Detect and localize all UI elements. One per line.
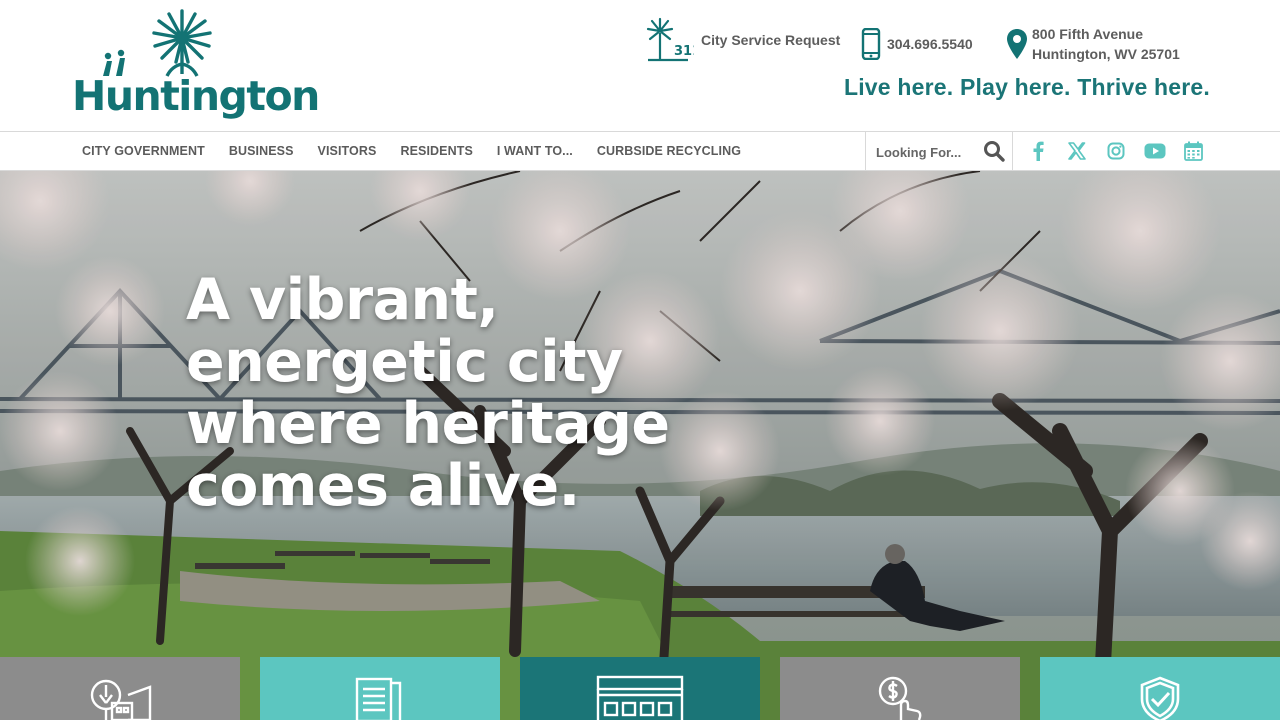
search-icon <box>984 141 1005 162</box>
facebook-icon <box>1033 141 1044 161</box>
search-box <box>865 132 1013 170</box>
x-icon <box>1067 142 1086 160</box>
tile-public-safety[interactable] <box>1040 657 1280 720</box>
youtube-icon <box>1144 143 1165 159</box>
tile-business[interactable] <box>520 657 760 720</box>
x-link[interactable] <box>1057 142 1096 160</box>
documents-icon <box>355 677 402 720</box>
calendar-link[interactable] <box>1174 141 1213 161</box>
dandelion-icon <box>103 9 212 77</box>
hero-heading: A vibrant, energetic city where heritage… <box>186 267 670 519</box>
nav-item-visitors[interactable]: VISITORS <box>306 144 389 158</box>
tagline: Live here. Play here. Thrive here. <box>843 74 1210 100</box>
service-311-icon: 311 <box>646 17 694 62</box>
shield-check-icon <box>1140 676 1180 720</box>
tile-documents[interactable] <box>260 657 500 720</box>
pay-bill-icon <box>878 676 922 720</box>
phone-icon <box>861 28 881 60</box>
nav-item-i-want-to[interactable]: I WANT TO... <box>485 144 585 158</box>
storefront-icon <box>596 675 684 720</box>
social-links <box>1018 132 1213 170</box>
search-button[interactable] <box>982 139 1006 163</box>
city-service-request-link[interactable]: 311 City Service Request <box>642 17 840 63</box>
calendar-icon <box>1184 141 1203 161</box>
nav-item-residents[interactable]: RESIDENTS <box>388 144 484 158</box>
tile-community[interactable] <box>0 657 240 720</box>
facebook-link[interactable] <box>1018 141 1057 161</box>
instagram-icon <box>1107 142 1124 160</box>
youtube-link[interactable] <box>1135 143 1174 159</box>
address-line-2: Huntington, WV 25701 <box>1032 46 1180 62</box>
tile-pay-bill[interactable] <box>780 657 1020 720</box>
quick-links <box>0 657 1280 720</box>
phone-number: 304.696.5540 <box>887 36 973 52</box>
nav-item-business[interactable]: BUSINESS <box>217 144 306 158</box>
site-header: Huntington 311 City Service Request 304. <box>0 0 1280 131</box>
instagram-link[interactable] <box>1096 142 1135 160</box>
main-nav: CITY GOVERNMENT BUSINESS VISITORS RESIDE… <box>0 131 1280 171</box>
nav-item-curbside-recycling[interactable]: CURBSIDE RECYCLING <box>585 144 753 158</box>
map-pin-icon <box>1007 29 1027 59</box>
search-input[interactable] <box>874 141 982 163</box>
hero-banner: A vibrant, energetic city where heritage… <box>0 171 1280 720</box>
phone-link[interactable]: 304.696.5540 <box>861 28 973 60</box>
svg-text:311: 311 <box>674 44 694 59</box>
huntington-logo[interactable]: Huntington <box>72 6 320 132</box>
service-request-label: City Service Request <box>701 32 841 48</box>
logo-wordmark: Huntington <box>72 72 320 120</box>
community-building-icon <box>90 679 152 720</box>
address-line-1: 800 Fifth Avenue <box>1032 26 1143 42</box>
nav-item-city-government[interactable]: CITY GOVERNMENT <box>70 144 217 158</box>
address-link[interactable]: 800 Fifth Avenue Huntington, WV 25701 <box>1006 24 1180 64</box>
